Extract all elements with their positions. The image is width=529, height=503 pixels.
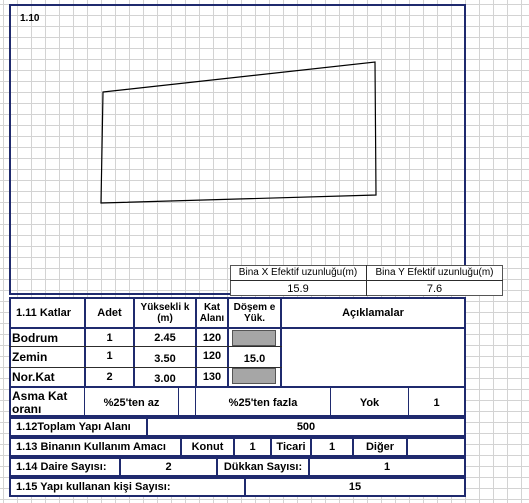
- y-length-label: Bina Y Efektif uzunluğu(m): [375, 267, 494, 278]
- row-zemin-name: Zemin: [12, 350, 48, 364]
- row-zemin-adet: 1: [106, 350, 113, 362]
- asma-kat-fazla: %25'ten fazla: [228, 396, 298, 409]
- toplam-value: 500: [296, 421, 316, 433]
- kullanim-ticari-value: 1: [328, 441, 336, 453]
- asma-kat-yok: Yok: [359, 396, 380, 409]
- row-norkat-doseme: [232, 368, 276, 384]
- row-norkat-name: Nor.Kat: [12, 370, 55, 384]
- kisi-value: 15: [348, 481, 362, 493]
- x-length-label: Bina X Efektif uzunluğu(m): [238, 267, 358, 278]
- header-doseme: Döşem e Yük.: [233, 302, 276, 324]
- y-length-value: 7.6: [426, 282, 443, 295]
- toplam-label: 1.12Toplam Yapı Alanı: [16, 421, 131, 433]
- daire-value: 2: [165, 461, 172, 473]
- kullanim-ticari: Ticari: [276, 441, 306, 453]
- kullanim-label: 1.13 Binanın Kullanım Amacı: [16, 441, 166, 453]
- kullanim-diger: Diğer: [365, 441, 395, 453]
- x-length-value: 15.9: [287, 282, 309, 295]
- row-norkat-yukseklik: 3.00: [154, 373, 176, 385]
- row-norkat-adet: 2: [106, 371, 113, 383]
- dukkan-value: 1: [383, 461, 391, 473]
- row-zemin-alan: 120: [202, 350, 222, 362]
- row-bodrum-doseme: [232, 330, 276, 346]
- asma-kat-label: Asma Kat oranı: [12, 388, 68, 416]
- kisi-label: 1.15 Yapı kullanan kişi Sayısı:: [16, 481, 171, 493]
- dukkan-label: Dükkan Sayısı:: [223, 461, 303, 473]
- row-bodrum-name: Bodrum: [12, 330, 58, 345]
- header-adet: Adet: [97, 307, 122, 319]
- header-kat-alani: Kat Alanı: [199, 302, 225, 324]
- building-outline: [100, 61, 377, 204]
- header-aciklamalar: Açıklamalar: [342, 307, 404, 319]
- floors-title: 1.11 Katlar: [16, 307, 72, 319]
- row-zemin-doseme: 15.0: [243, 353, 266, 365]
- asma-kat-yok-value: 1: [433, 396, 440, 409]
- daire-label: 1.14 Daire Sayısı:: [16, 461, 107, 473]
- row-bodrum-adet: 1: [106, 331, 113, 344]
- row-bodrum-alan: 120: [202, 331, 222, 344]
- row-norkat-alan: 130: [202, 371, 222, 383]
- asma-kat-az: %25'ten az: [103, 396, 160, 409]
- kullanim-konut-value: 1: [249, 441, 256, 453]
- kullanim-konut: Konut: [191, 441, 224, 453]
- row-bodrum-yukseklik: 2.45: [154, 331, 176, 344]
- header-yukseklik: Yüksekli k (m): [140, 302, 190, 324]
- row-zemin-yukseklik: 3.50: [154, 353, 176, 365]
